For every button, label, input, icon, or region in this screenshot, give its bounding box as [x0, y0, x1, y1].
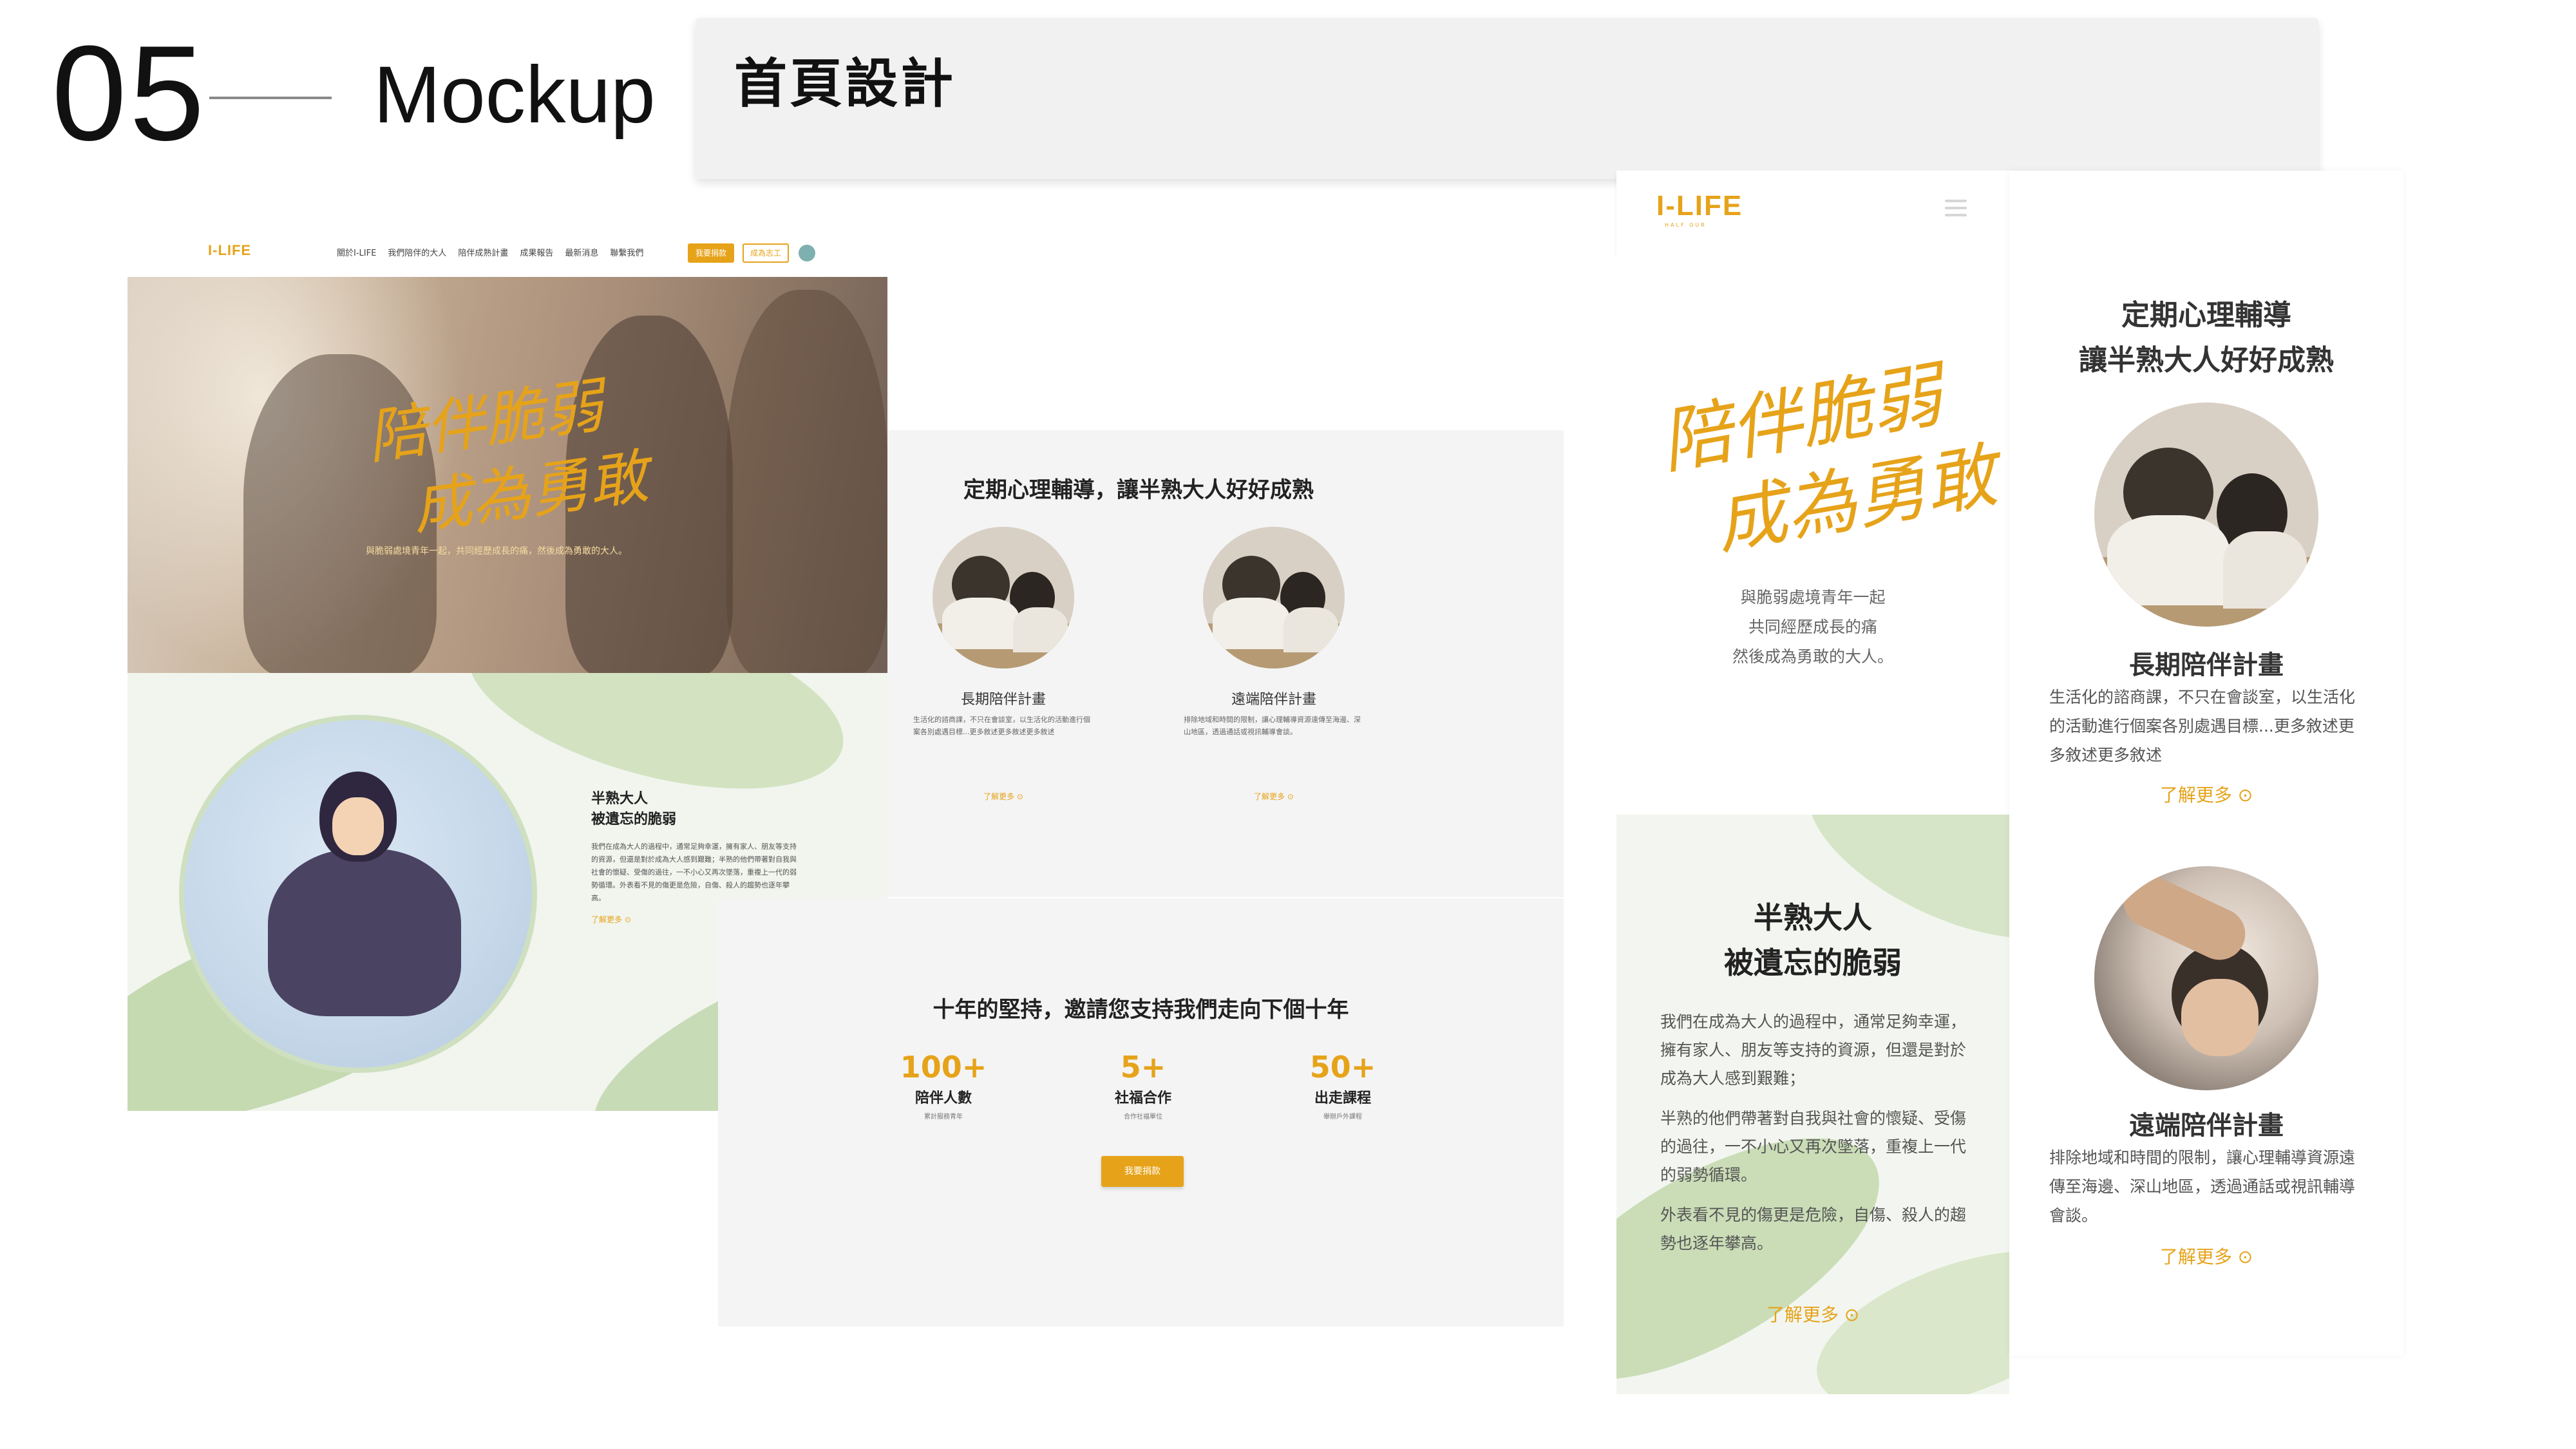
- mobile-hero-line: 與脆弱處境青年一起: [1740, 588, 1886, 607]
- stat-sub-courses: 舉辦戶外課程: [1323, 1113, 1362, 1121]
- mobile-header: I-LIFE HALF OUR: [1616, 171, 2009, 254]
- mobile-story-more-link[interactable]: 了解更多 ⊙: [1616, 1301, 2009, 1327]
- story-title-line2: 被遺忘的脆弱: [591, 811, 677, 828]
- stat-label-people: 陪伴人數: [914, 1090, 972, 1106]
- mobile-story-title-line2: 被遺忘的脆弱: [1724, 945, 1902, 980]
- mobile-service-body-remote: 排除地域和時間的限制，讓心理輔導資源遠傳至海邊、深山地區，透過通話或視訊輔導會談…: [2049, 1148, 2356, 1225]
- service-more-longterm[interactable]: 了解更多 ⊙: [913, 791, 1094, 802]
- mobile-services-heading-line2: 讓半熟大人好好成熟: [2079, 344, 2334, 377]
- services-heading: 定期心理輔導，讓半熟大人好好成熟: [963, 477, 1314, 503]
- stat-number-people: 100+: [900, 1050, 987, 1084]
- mobile-service-more-remote[interactable]: 了解更多 ⊙: [2009, 1243, 2403, 1269]
- service-photo-remote: [1203, 527, 1345, 668]
- language-globe-icon[interactable]: [799, 245, 815, 261]
- service-body-longterm: 生活化的諮商課，不只在會談室，以生活化的活動進行個案各別處遇目標...更多敘述更…: [913, 715, 1090, 736]
- mobile-service-title-longterm: 長期陪伴計畫: [2129, 650, 2284, 680]
- mobile-service-body-longterm: 生活化的諮商課，不只在會談室，以生活化的活動進行個案各別處遇目標...更多敘述更…: [2049, 688, 2356, 764]
- photo-hand: [2115, 867, 2254, 969]
- story-body: 我們在成為大人的過程中，通常足夠幸運，擁有家人、朋友等支持的資源，但還是對於成為…: [591, 842, 797, 902]
- nav-item-plans[interactable]: 陪伴成熟計畫: [458, 246, 508, 258]
- mobile-service-more-longterm[interactable]: 了解更多 ⊙: [2009, 781, 2403, 807]
- mobile-service-photo-remote: [2094, 866, 2318, 1090]
- mobile-story-section: 半熟大人 被遺忘的脆弱 我們在成為大人的過程中，通常足夠幸運，擁有家人、朋友等支…: [1616, 815, 2009, 1394]
- mobile-story-paragraph: 半熟的他們帶著對自我與社會的懷疑、受傷的過往，一不小心又再次墜落，重複上一代的弱…: [1660, 1109, 1967, 1184]
- mobile-logo[interactable]: I-LIFE: [1656, 190, 1743, 222]
- stat-sub-partners: 合作社福單位: [1124, 1113, 1162, 1121]
- volunteer-button[interactable]: 成為志工: [743, 243, 789, 263]
- desktop-stats-section: 十年的堅持，邀請您支持我們走向下個十年 100+ 陪伴人數 累計服務青年 5+ …: [718, 898, 1564, 1327]
- mobile-hero: 陪伴脆弱 成為勇敢 與脆弱處境青年一起 共同經歷成長的痛 然後成為勇敢的大人。: [1616, 254, 2009, 815]
- mobile-logo-tagline: HALF OUR: [1665, 222, 1707, 228]
- desktop-services-section: 定期心理輔導，讓半熟大人好好成熟 長期陪伴計畫 遠端陪伴計畫 生活化的諮商課，不…: [887, 430, 1564, 897]
- stat-label-courses: 出走課程: [1314, 1090, 1371, 1106]
- service-title-remote: 遠端陪伴計畫: [1231, 692, 1316, 708]
- story-illustration: [179, 715, 537, 1073]
- service-body-remote: 排除地域和時間的限制，讓心理輔導資源遠傳至海邊、深山地區，透過通話或視訊輔導會談…: [1184, 715, 1361, 736]
- illustration-figure-face: [332, 797, 384, 855]
- service-title-longterm: 長期陪伴計畫: [960, 692, 1046, 708]
- mobile-story-body: 我們在成為大人的過程中，通常足夠幸運，擁有家人、朋友等支持的資源，但還是對於成為…: [1660, 1008, 1969, 1269]
- donate-button[interactable]: 我要捐款: [688, 243, 734, 263]
- hero-person-right: [726, 290, 887, 673]
- mobile-services-heading-line1: 定期心理輔導: [2121, 299, 2291, 332]
- stat-label-partners: 社福合作: [1114, 1090, 1171, 1106]
- service-more-remote[interactable]: 了解更多 ⊙: [1184, 791, 1364, 802]
- hero-caption: 與脆弱處境青年一起，共同經歷成長的痛，然後成為勇敢的大人。: [366, 546, 627, 556]
- section-title: Mockup: [374, 50, 656, 140]
- desktop-hero: 陪伴脆弱 成為勇敢 與脆弱處境青年一起，共同經歷成長的痛，然後成為勇敢的大人。: [128, 277, 887, 673]
- section-label: 首頁設計: [734, 53, 956, 115]
- section-label-bar: 首頁設計: [696, 18, 2318, 179]
- mobile-service-photo-longterm: [2094, 402, 2318, 627]
- mobile-hero-line: 然後成為勇敢的大人。: [1732, 647, 1893, 666]
- story-title-line1: 半熟大人: [591, 791, 649, 807]
- stats-donate-button[interactable]: 我要捐款: [1101, 1156, 1184, 1187]
- mobile-hero-text: 與脆弱處境青年一起 共同經歷成長的痛 然後成為勇敢的大人。: [1616, 583, 2009, 672]
- desktop-navbar: I-LIFE 關於I-LIFE 我們陪伴的大人 陪伴成熟計畫 成果報告 最新消息…: [128, 232, 887, 277]
- hamburger-menu-icon[interactable]: [1945, 200, 1967, 221]
- section-divider: [209, 97, 332, 99]
- nav-item-about[interactable]: 關於I-LIFE: [337, 246, 376, 258]
- desktop-nav-menu: 關於I-LIFE 我們陪伴的大人 陪伴成熟計畫 成果報告 最新消息 聯繫我們: [337, 246, 643, 258]
- photo-person-face: [2181, 979, 2259, 1056]
- nav-item-reports[interactable]: 成果報告: [520, 246, 553, 258]
- stat-number-courses: 50+: [1309, 1050, 1376, 1084]
- service-photo-longterm: [933, 527, 1074, 668]
- nav-item-contact[interactable]: 聯繫我們: [610, 246, 643, 258]
- stat-sub-people: 累計服務青年: [924, 1113, 963, 1121]
- mobile-services-heading: 定期心理輔導 讓半熟大人好好成熟: [2009, 293, 2403, 383]
- section-number: 05: [52, 17, 207, 169]
- desktop-logo[interactable]: I-LIFE: [208, 242, 251, 259]
- nav-item-news[interactable]: 最新消息: [565, 246, 598, 258]
- illustration-figure-body: [268, 849, 461, 1016]
- mobile-service-title-remote: 遠端陪伴計畫: [2129, 1111, 2284, 1141]
- stats-heading: 十年的堅持，邀請您支持我們走向下個十年: [933, 997, 1349, 1023]
- stat-number-partners: 5+: [1120, 1050, 1166, 1084]
- mobile-story-paragraph: 我們在成為大人的過程中，通常足夠幸運，擁有家人、朋友等支持的資源，但還是對於成為…: [1660, 1012, 1967, 1088]
- mobile-story-title-line1: 半熟大人: [1754, 900, 1872, 935]
- nav-item-adults[interactable]: 我們陪伴的大人: [388, 246, 446, 258]
- mobile-story-title: 半熟大人 被遺忘的脆弱: [1616, 895, 2009, 985]
- mobile-story-paragraph: 外表看不見的傷更是危險，自傷、殺人的趨勢也逐年攀高。: [1660, 1206, 1967, 1253]
- mobile-services-section: 定期心理輔導 讓半熟大人好好成熟 長期陪伴計畫 生活化的諮商課，不只在會談室，以…: [2009, 171, 2403, 1356]
- mobile-hero-line: 共同經歷成長的痛: [1748, 618, 1877, 636]
